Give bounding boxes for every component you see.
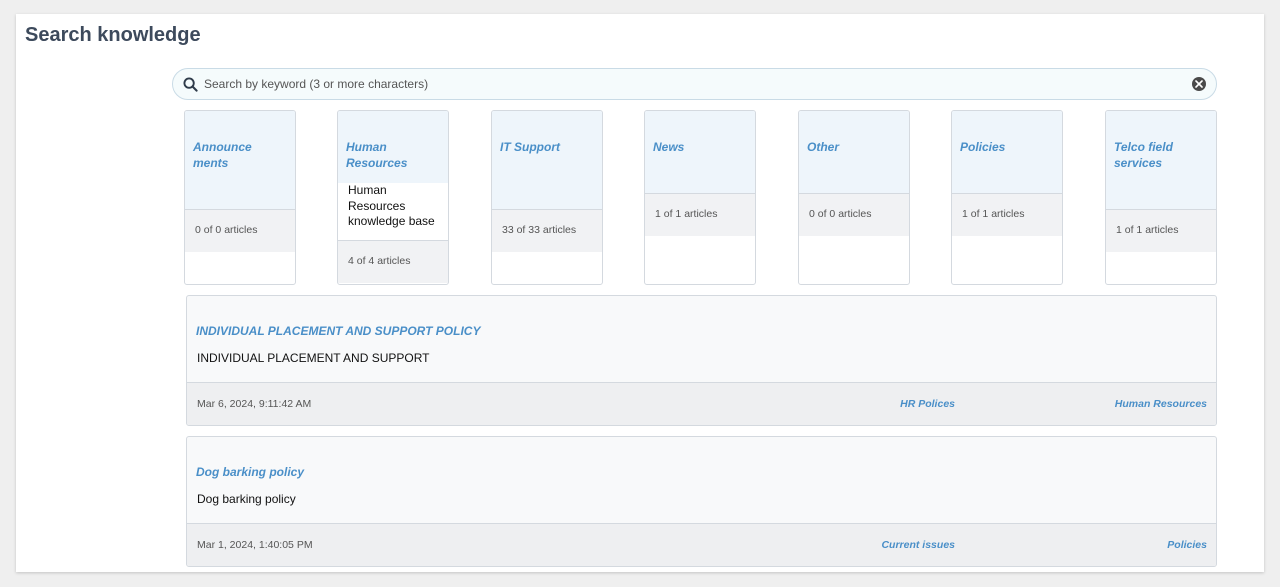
category-count: 0 of 0 articles (799, 193, 909, 236)
category-card-policies[interactable]: Policies 1 of 1 articles (951, 110, 1063, 285)
category-count: 33 of 33 articles (492, 209, 602, 252)
article-knowledge-base-link[interactable]: Current issues (881, 539, 955, 551)
article-date: Mar 6, 2024, 9:11:42 AM (197, 398, 312, 410)
article-category-link[interactable]: Policies (1167, 539, 1207, 551)
category-count: 4 of 4 articles (338, 239, 448, 283)
category-card-human-resources[interactable]: Human Resources Human Resources knowledg… (337, 110, 449, 285)
category-header: Policies (952, 111, 1062, 193)
article-title[interactable]: Dog barking policy (196, 465, 1216, 479)
article-snippet: INDIVIDUAL PLACEMENT AND SUPPORT (197, 351, 430, 365)
category-name: Telco field services (1114, 140, 1173, 170)
category-name: News (653, 140, 685, 154)
page-title: Search knowledge (25, 24, 201, 46)
category-name: Other (807, 140, 840, 154)
article-footer: Mar 1, 2024, 1:40:05 PM Current issues P… (187, 523, 1216, 566)
category-count: 1 of 1 articles (645, 193, 755, 236)
article-title[interactable]: INDIVIDUAL PLACEMENT AND SUPPORT POLICY (196, 324, 1216, 338)
clear-search-icon[interactable] (1192, 77, 1206, 91)
category-card-it-support[interactable]: IT Support 33 of 33 articles (491, 110, 603, 285)
category-card-news[interactable]: News 1 of 1 articles (644, 110, 756, 285)
category-header: Other (799, 111, 909, 193)
category-count: 1 of 1 articles (1106, 209, 1216, 252)
category-card-other[interactable]: Other 0 of 0 articles (798, 110, 910, 285)
article-date: Mar 1, 2024, 1:40:05 PM (197, 539, 313, 551)
category-name: Human Resources (346, 140, 408, 170)
category-header: Telco field services (1106, 111, 1216, 209)
category-count: 0 of 0 articles (185, 209, 295, 252)
category-count: 1 of 1 articles (952, 193, 1062, 236)
article-body: Dog barking policy Dog barking policy (187, 437, 1216, 523)
category-header: Announce ments (185, 111, 295, 209)
search-icon (182, 76, 198, 92)
category-name: Policies (960, 140, 1006, 154)
search-input[interactable] (204, 77, 1192, 91)
article-footer: Mar 6, 2024, 9:11:42 AM HR Polices Human… (187, 382, 1216, 425)
category-header: Human Resources Human Resources knowledg… (338, 111, 448, 240)
search-bar (172, 68, 1217, 100)
article-category-link[interactable]: Human Resources (1115, 398, 1207, 410)
category-description: Human Resources knowledge base (338, 183, 448, 240)
category-card-telco-field-services[interactable]: Telco field services 1 of 1 articles (1105, 110, 1217, 285)
category-card-announcements[interactable]: Announce ments 0 of 0 articles (184, 110, 296, 285)
category-header: News (645, 111, 755, 193)
category-row: Announce ments 0 of 0 articles Human Res… (184, 110, 1218, 285)
category-header: IT Support (492, 111, 602, 209)
article-card[interactable]: INDIVIDUAL PLACEMENT AND SUPPORT POLICY … (186, 295, 1217, 426)
article-snippet: Dog barking policy (197, 492, 296, 506)
category-name: IT Support (500, 140, 560, 154)
category-name: Announce ments (193, 140, 252, 170)
knowledge-panel: Search knowledge Announce ments 0 of 0 a… (16, 14, 1264, 572)
article-card[interactable]: Dog barking policy Dog barking policy Ma… (186, 436, 1217, 567)
article-knowledge-base-link[interactable]: HR Polices (900, 398, 955, 410)
article-body: INDIVIDUAL PLACEMENT AND SUPPORT POLICY … (187, 296, 1216, 382)
